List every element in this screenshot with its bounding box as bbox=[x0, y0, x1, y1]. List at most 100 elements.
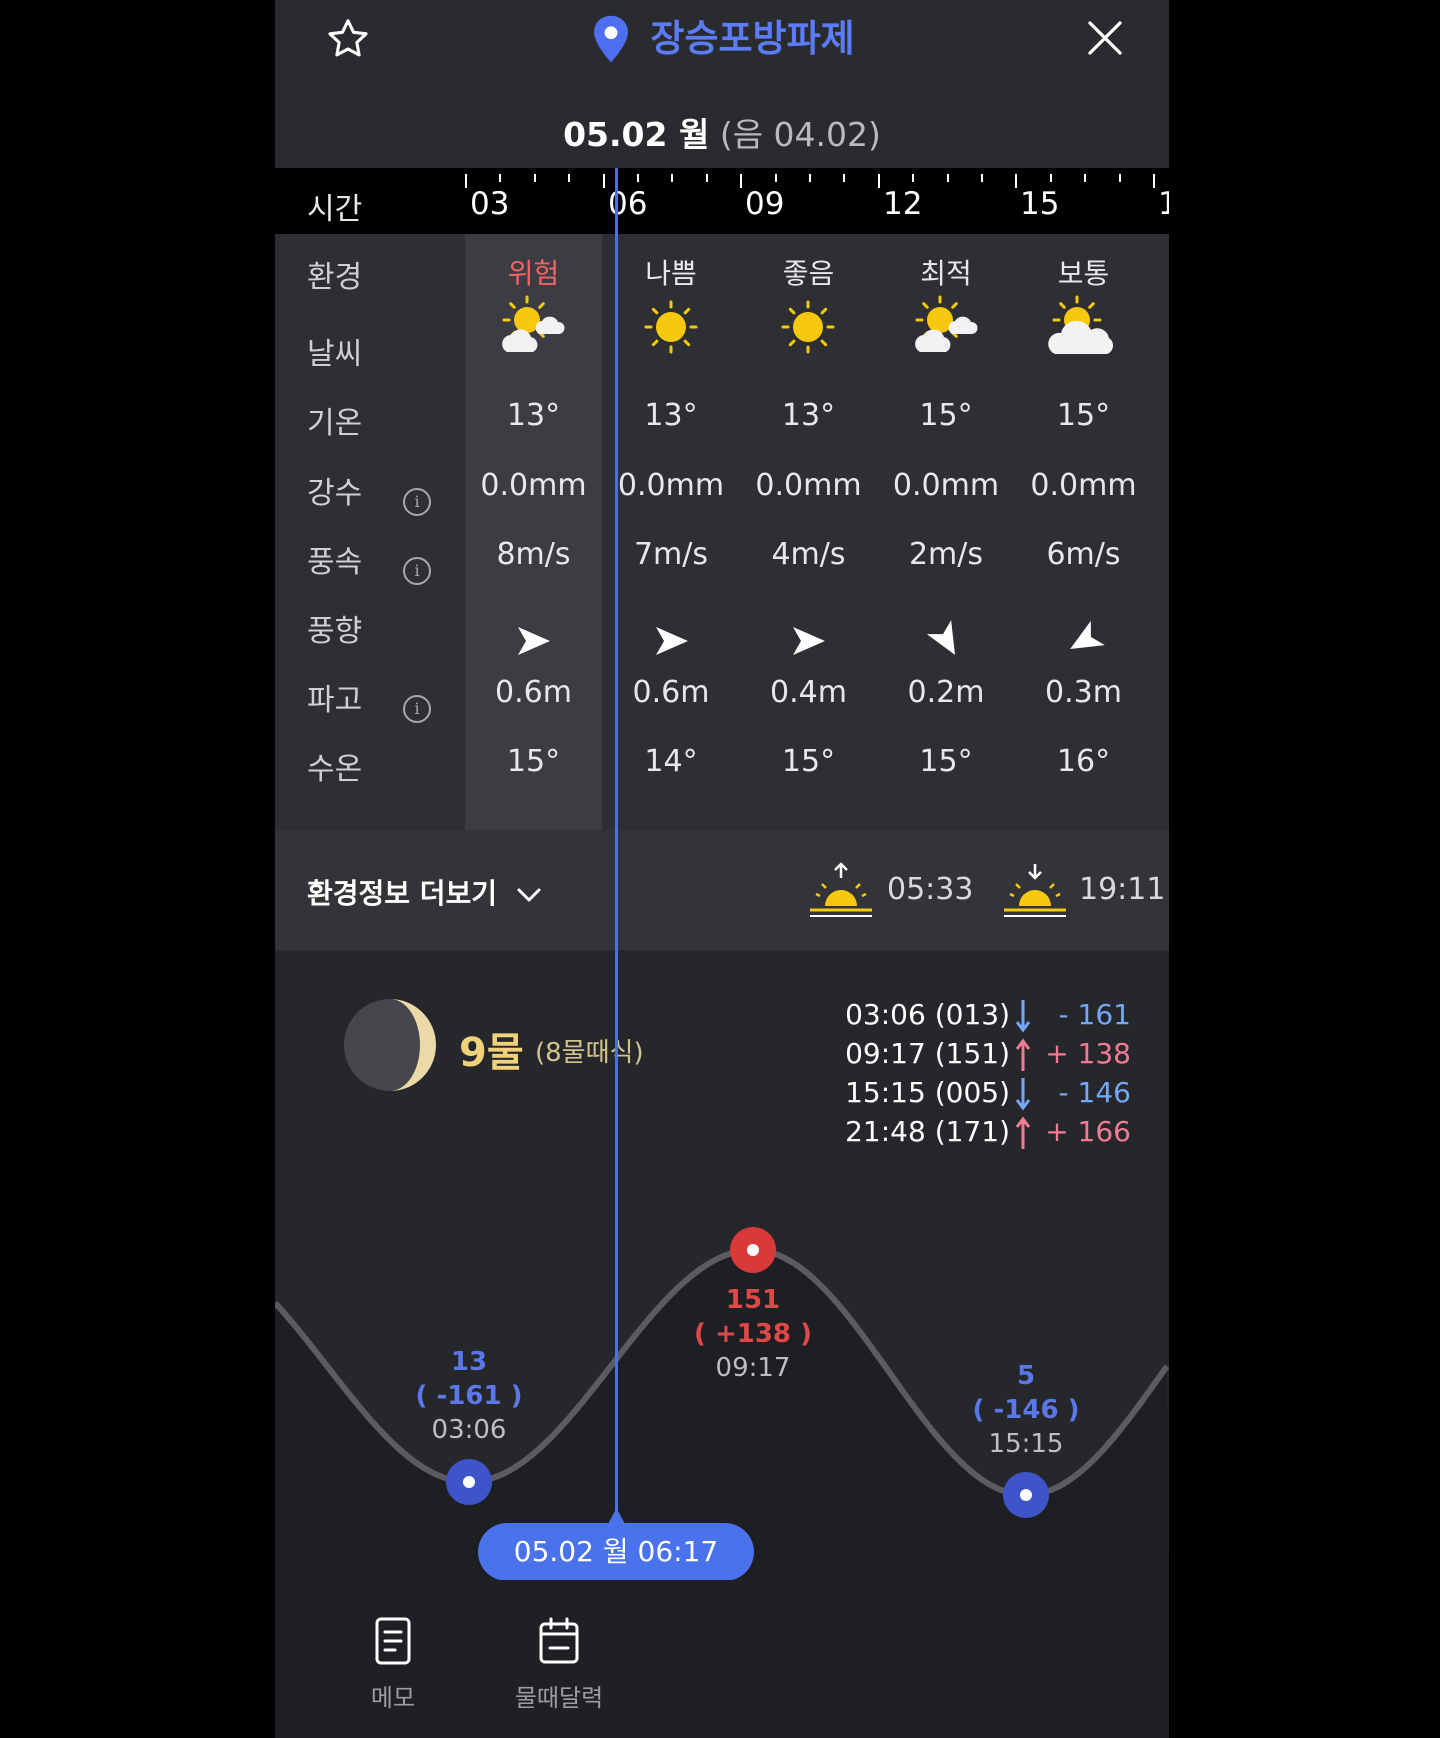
tide-change: ( -146 ) bbox=[972, 1395, 1080, 1425]
header: 장승포방파제 05.02 월 (음 04.02) bbox=[275, 0, 1169, 168]
wave-cell: 0.3m bbox=[1045, 675, 1122, 710]
row-label-wind-speed: 풍속 bbox=[307, 545, 363, 580]
row-label-env: 환경 bbox=[307, 260, 363, 295]
sunny-icon bbox=[644, 300, 697, 354]
water-temp-cell: 16° bbox=[1056, 744, 1111, 779]
sunny-icon bbox=[781, 300, 835, 354]
row-label-temp: 기온 bbox=[307, 406, 363, 441]
timeline-tick bbox=[637, 174, 639, 182]
timeline-tick bbox=[499, 174, 502, 182]
timeline-tick bbox=[1118, 174, 1121, 182]
location-pin-icon bbox=[594, 15, 629, 62]
nav-calendar-label: 물때달력 bbox=[514, 1684, 604, 1712]
timeline-tick bbox=[946, 174, 949, 182]
sunrise-icon bbox=[810, 862, 872, 917]
nav-memo[interactable]: 메모 bbox=[333, 1616, 453, 1713]
hour-label: 03 bbox=[470, 186, 510, 222]
wind-arrow-icon bbox=[1070, 620, 1105, 649]
wind-speed-cell: 6m/s bbox=[1046, 537, 1121, 572]
temp-cell: 15° bbox=[919, 398, 973, 433]
timeline-tick bbox=[877, 174, 880, 188]
row-label-wave: 파고 bbox=[307, 683, 363, 718]
env-cell: 최적 bbox=[920, 257, 972, 290]
row-label-rain: 강수 bbox=[307, 476, 363, 511]
timeline-tick bbox=[1049, 174, 1052, 182]
sunrise-time: 05:33 bbox=[887, 872, 974, 907]
wind-info-icon[interactable]: i bbox=[403, 557, 431, 585]
rain-info-icon[interactable]: i bbox=[403, 488, 431, 516]
wind-speed-cell: 7m/s bbox=[633, 537, 709, 572]
timeline-tick bbox=[465, 174, 467, 188]
wave-cell: 0.6m bbox=[495, 675, 572, 710]
timeline-tick bbox=[1015, 174, 1018, 188]
tide-curve[interactable] bbox=[275, 950, 1169, 1580]
nav-memo-label: 메모 bbox=[370, 1684, 416, 1712]
timeline-tick bbox=[705, 174, 708, 182]
row-label-wind-dir: 풍향 bbox=[307, 614, 363, 649]
rain-cell: 0.0mm bbox=[480, 468, 587, 503]
hour-label: 1 bbox=[1158, 186, 1169, 222]
mostly-cloudy-icon bbox=[1048, 295, 1114, 354]
date-header: 05.02 월 (음 04.02) bbox=[275, 108, 1169, 156]
solar-date: 05.02 월 bbox=[563, 115, 710, 154]
location-title[interactable]: 장승포방파제 bbox=[275, 10, 1169, 66]
current-time-pill[interactable]: 05.02 월 06:17 bbox=[478, 1523, 754, 1581]
tide-point-time: 03:06 bbox=[431, 1415, 507, 1445]
wind-arrow-icon bbox=[518, 627, 550, 655]
hour-label: 15 bbox=[1020, 186, 1060, 222]
more-env-bar: 환경정보 더보기 05:33 19:11 bbox=[275, 830, 1169, 950]
temp-cell: 13° bbox=[644, 398, 698, 433]
bottom-nav: 메모 물때달력 bbox=[275, 1580, 1169, 1738]
timeline-tick bbox=[740, 174, 743, 188]
temp-cell: 13° bbox=[781, 398, 836, 433]
weather-icon bbox=[768, 292, 848, 362]
timeline-tick bbox=[671, 174, 674, 182]
water-temp-cell: 15° bbox=[919, 744, 973, 779]
tide-change: ( -161 ) bbox=[415, 1381, 523, 1411]
wind-speed-cell: 4m/s bbox=[771, 537, 846, 572]
weather-icon bbox=[1043, 292, 1123, 362]
water-temp-cell: 14° bbox=[644, 744, 698, 779]
wind-arrow-icon bbox=[793, 627, 825, 655]
lunar-date: (음 04.02) bbox=[719, 115, 881, 154]
rain-cell: 0.0mm bbox=[617, 468, 725, 503]
timeline-tick bbox=[602, 174, 605, 188]
wave-cell: 0.4m bbox=[770, 675, 847, 710]
hour-label: 06 bbox=[608, 186, 648, 222]
tide-level: 151 bbox=[725, 1285, 781, 1315]
low-tide-marker-dot bbox=[1020, 1489, 1032, 1501]
timeline-tick bbox=[981, 174, 983, 182]
time-row-label: 시간 bbox=[307, 192, 363, 227]
timeline-tick bbox=[774, 174, 777, 182]
timeline-tick bbox=[533, 174, 536, 182]
weather-icon bbox=[631, 292, 711, 362]
timeline-tick bbox=[568, 174, 571, 182]
water-temp-cell: 15° bbox=[506, 744, 561, 779]
more-env-button[interactable]: 환경정보 더보기 bbox=[307, 872, 543, 912]
wind-speed-cell: 8m/s bbox=[496, 537, 571, 572]
wave-cell: 0.2m bbox=[907, 675, 985, 710]
weather-icon bbox=[493, 292, 573, 362]
hour-label: 12 bbox=[883, 186, 923, 222]
close-icon[interactable] bbox=[1085, 18, 1125, 58]
high-tide-label: 151 ( +138 ) 09:17 bbox=[683, 1283, 823, 1385]
rain-cell: 0.0mm bbox=[755, 468, 862, 503]
wind-arrow-icon bbox=[655, 627, 688, 655]
timeline-tick bbox=[1153, 174, 1155, 188]
temp-cell: 15° bbox=[1056, 398, 1111, 433]
current-time-pointer bbox=[608, 1508, 625, 1524]
nav-tide-calendar[interactable]: 물때달력 bbox=[499, 1616, 619, 1713]
forecast-table: 환경 날씨 기온 강수 i 풍속 i 풍향 파고 i 수온 위험 13° 0.0mm… bbox=[275, 234, 1169, 830]
weather-icon bbox=[906, 292, 986, 362]
sunset-time: 19:11 bbox=[1079, 872, 1166, 907]
env-cell: 나쁨 bbox=[645, 257, 697, 290]
low-tide-label: 5 ( -146 ) 15:15 bbox=[956, 1359, 1096, 1461]
current-time-line bbox=[615, 168, 618, 1523]
wave-info-icon[interactable]: i bbox=[403, 695, 431, 723]
wind-arrow-icon bbox=[926, 620, 955, 655]
low-tide-marker-dot bbox=[463, 1476, 475, 1488]
wind-speed-cell: 2m/s bbox=[908, 537, 984, 572]
chevron-down-icon bbox=[517, 888, 541, 902]
hour-timeline[interactable]: 시간 03 06 09 12 15 1 bbox=[275, 168, 1169, 234]
app-screen: 장승포방파제 05.02 월 (음 04.02) 시간 03 06 09 12 … bbox=[275, 0, 1169, 1738]
